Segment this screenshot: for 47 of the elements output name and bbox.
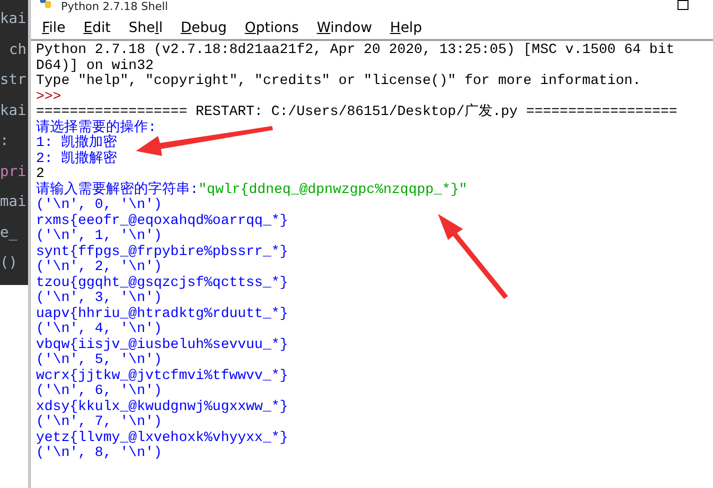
- window-title: Python 2.7.18 Shell: [61, 0, 168, 13]
- code-text: (): [0, 254, 18, 273]
- info-text: ================== RESTART: C:/Users/86151/Desktop/广发.py ==================: [36, 105, 678, 120]
- menu-item[interactable]: Help: [383, 19, 429, 37]
- output-text: 1: 凯撒加密: [36, 136, 118, 151]
- code-text: kai: [0, 102, 26, 120]
- output-text: ('\n', 6, '\n'): [36, 384, 162, 400]
- output-text: rxms{eeofr_@eqoxahqd%oarrqq_*}: [36, 214, 288, 228]
- output-text: ('\n', 0, '\n'): [36, 198, 162, 214]
- info-text: D64)] on win32: [36, 58, 154, 74]
- output-text: xdsy{kkulx_@kwudgnwj%ugxxww_*}: [36, 400, 288, 414]
- code-text: pri: [0, 162, 26, 182]
- output-text: tzou{ggqht_@gsqzcjsf%qcttss_*}: [36, 276, 288, 290]
- output-text: synt{ffpgs_@frpybire%pbssrr_*}: [36, 244, 288, 260]
- output-text: ('\n', 3, '\n'): [36, 291, 162, 306]
- maximize-icon[interactable]: [677, 0, 689, 10]
- info-text: Python 2.7.18 (v2.7.18:8d21aa21f2, Apr 20 2020, 13:25:05) [MSC v.1500 64 bit: [36, 43, 675, 58]
- code-text: str: [0, 71, 26, 90]
- output-text: yetz{llvmy_@lxvehoxk%vhyyxx_*}: [36, 430, 288, 446]
- output-text: 2: 凯撒解密: [36, 152, 118, 167]
- menu-item[interactable]: Window: [310, 19, 380, 37]
- menu-item[interactable]: File: [35, 19, 72, 37]
- menu-item[interactable]: Options: [238, 19, 306, 37]
- input-text: 2: [36, 167, 44, 182]
- output-text: uapv{hhriu_@htradktg%rduutt_*}: [36, 306, 288, 322]
- menu-item[interactable]: Debug: [174, 19, 234, 37]
- output-text: 请输入需要解密的字符串:: [36, 182, 198, 198]
- output-text: ('\n', 2, '\n'): [36, 260, 162, 276]
- output-text: ('\n', 5, '\n'): [36, 353, 162, 368]
- output-text: wcrx{jjtkw_@jvtcfmvi%tfwwvv_*}: [36, 368, 288, 384]
- output-text: ('\n', 8, '\n'): [36, 446, 162, 462]
- output-text: 请选择需要的操作:: [36, 120, 156, 136]
- output-text: vbqw{iisjv_@iusbeluh%sevvuu_*}: [36, 338, 288, 352]
- menu-item[interactable]: Shell: [122, 19, 170, 37]
- output-text: ('\n', 4, '\n'): [36, 322, 162, 338]
- prompt-text: >>>: [36, 90, 62, 105]
- code-text: kai: [0, 10, 26, 29]
- python-icon: [39, 0, 53, 10]
- menu-item[interactable]: Edit: [76, 19, 118, 37]
- code-text: ch: [9, 40, 26, 60]
- output-text: ('\n', 1, '\n'): [36, 229, 162, 244]
- info-text: Type "help", "copyright", "credits" or "license()" for more information.: [36, 74, 641, 90]
- code-text: :: [0, 132, 9, 151]
- output-text: ('\n', 7, '\n'): [36, 415, 162, 430]
- code-text: e_: [0, 224, 18, 242]
- string-text: "qwlr{ddneq_@dpnwzgpc%nzqqpp_*}": [198, 182, 468, 198]
- code-text: mai: [0, 193, 26, 212]
